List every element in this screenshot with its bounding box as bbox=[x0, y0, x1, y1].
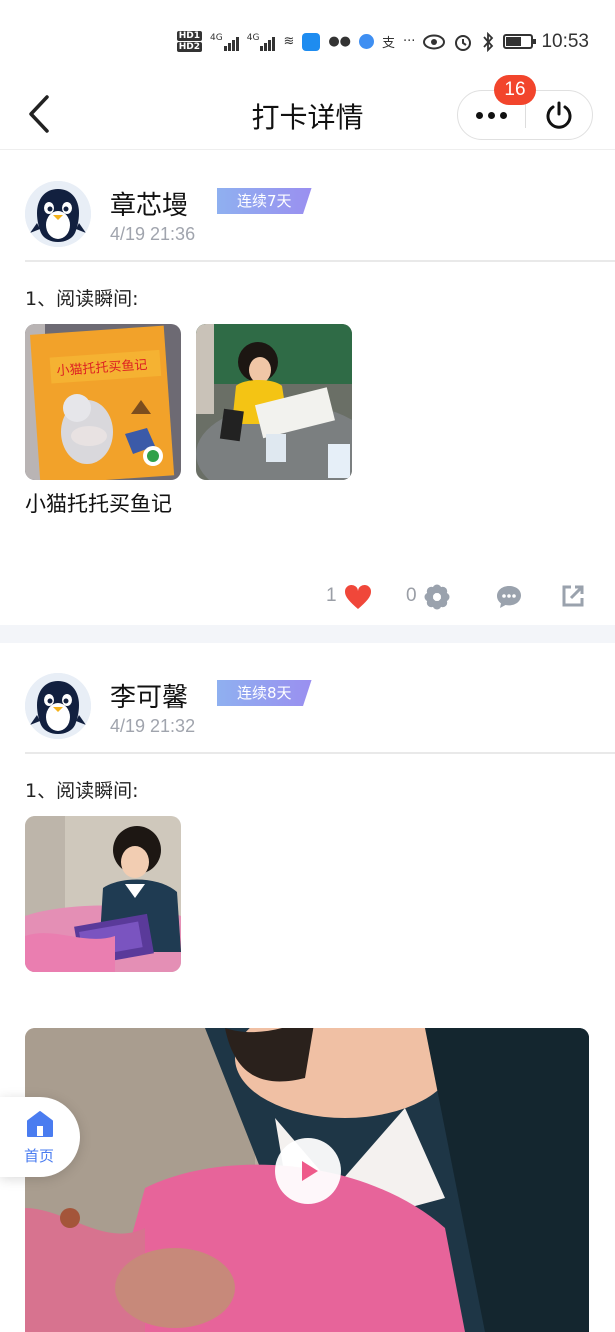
streak-badge: 连续7天 bbox=[217, 188, 312, 214]
comment-icon[interactable] bbox=[495, 584, 523, 610]
photo-child-reading[interactable] bbox=[196, 324, 352, 480]
close-button[interactable] bbox=[526, 90, 593, 140]
flower-count: 0 bbox=[406, 585, 417, 606]
heart-icon[interactable] bbox=[344, 584, 372, 610]
notification-badge: 16 bbox=[494, 75, 536, 105]
bluetooth-icon bbox=[483, 31, 494, 52]
status-bar: HD1 HD2 4G 4G ≋ ●● 支 ··· 10:53 bbox=[0, 0, 615, 78]
username[interactable]: 章芯墁 bbox=[110, 185, 188, 222]
battery-icon bbox=[503, 34, 537, 49]
flower-icon[interactable] bbox=[424, 584, 450, 610]
child-in-bed-image bbox=[25, 816, 181, 972]
section-label: 1、阅读瞬间: bbox=[25, 780, 139, 802]
home-icon bbox=[27, 1111, 53, 1137]
post-caption: 小猫托托买鱼记 bbox=[25, 492, 172, 516]
separator bbox=[25, 752, 615, 754]
hd-icon: HD1 HD2 bbox=[176, 31, 203, 52]
signal-icon: 4G bbox=[247, 33, 276, 51]
avatar[interactable] bbox=[25, 673, 91, 739]
home-button[interactable]: 首页 bbox=[0, 1097, 80, 1177]
streak-badge: 连续8天 bbox=[217, 680, 312, 706]
app-icon bbox=[359, 34, 375, 49]
alipay-icon: 支 bbox=[382, 36, 396, 51]
section-label: 1、阅读瞬间: bbox=[25, 288, 139, 310]
app-icon bbox=[302, 32, 321, 51]
signal-icon: 4G bbox=[210, 33, 239, 51]
photo-book-cover[interactable]: 小猫托托买鱼记 bbox=[25, 324, 181, 480]
photo-child-in-bed[interactable] bbox=[25, 816, 181, 972]
play-icon bbox=[302, 1161, 318, 1181]
child-reading-image bbox=[196, 324, 352, 480]
wifi-calling-icon: ≋ bbox=[283, 34, 295, 49]
post-time: 4/19 21:32 bbox=[110, 716, 196, 736]
eye-icon bbox=[423, 34, 446, 49]
post-divider bbox=[0, 625, 615, 643]
checkin-post: 李可馨 连续8天 4/19 21:32 1、阅读瞬间: bbox=[0, 643, 615, 1332]
post-time: 4/19 21:36 bbox=[110, 224, 196, 244]
video-player[interactable] bbox=[25, 1028, 589, 1332]
avatar[interactable] bbox=[25, 181, 91, 247]
penguin-avatar-icon bbox=[25, 673, 91, 739]
book-cover-image: 小猫托托买鱼记 bbox=[25, 324, 181, 480]
action-bar: 1 0 bbox=[0, 581, 615, 613]
power-icon bbox=[546, 101, 572, 129]
more-icon: ··· bbox=[403, 34, 416, 49]
penguin-avatar-icon bbox=[25, 181, 91, 247]
separator bbox=[25, 260, 615, 262]
share-icon[interactable] bbox=[561, 584, 585, 608]
checkin-post: 章芯墁 连续7天 4/19 21:36 1、阅读瞬间: 小猫托托买鱼记 小猫托托… bbox=[0, 151, 615, 625]
username[interactable]: 李可馨 bbox=[110, 677, 188, 714]
like-count: 1 bbox=[326, 585, 337, 606]
home-label: 首页 bbox=[24, 1147, 55, 1165]
alarm-icon bbox=[455, 34, 472, 51]
play-button[interactable] bbox=[275, 1138, 341, 1204]
wechat-icon: ●● bbox=[328, 34, 352, 49]
clock: 10:53 bbox=[541, 30, 589, 52]
